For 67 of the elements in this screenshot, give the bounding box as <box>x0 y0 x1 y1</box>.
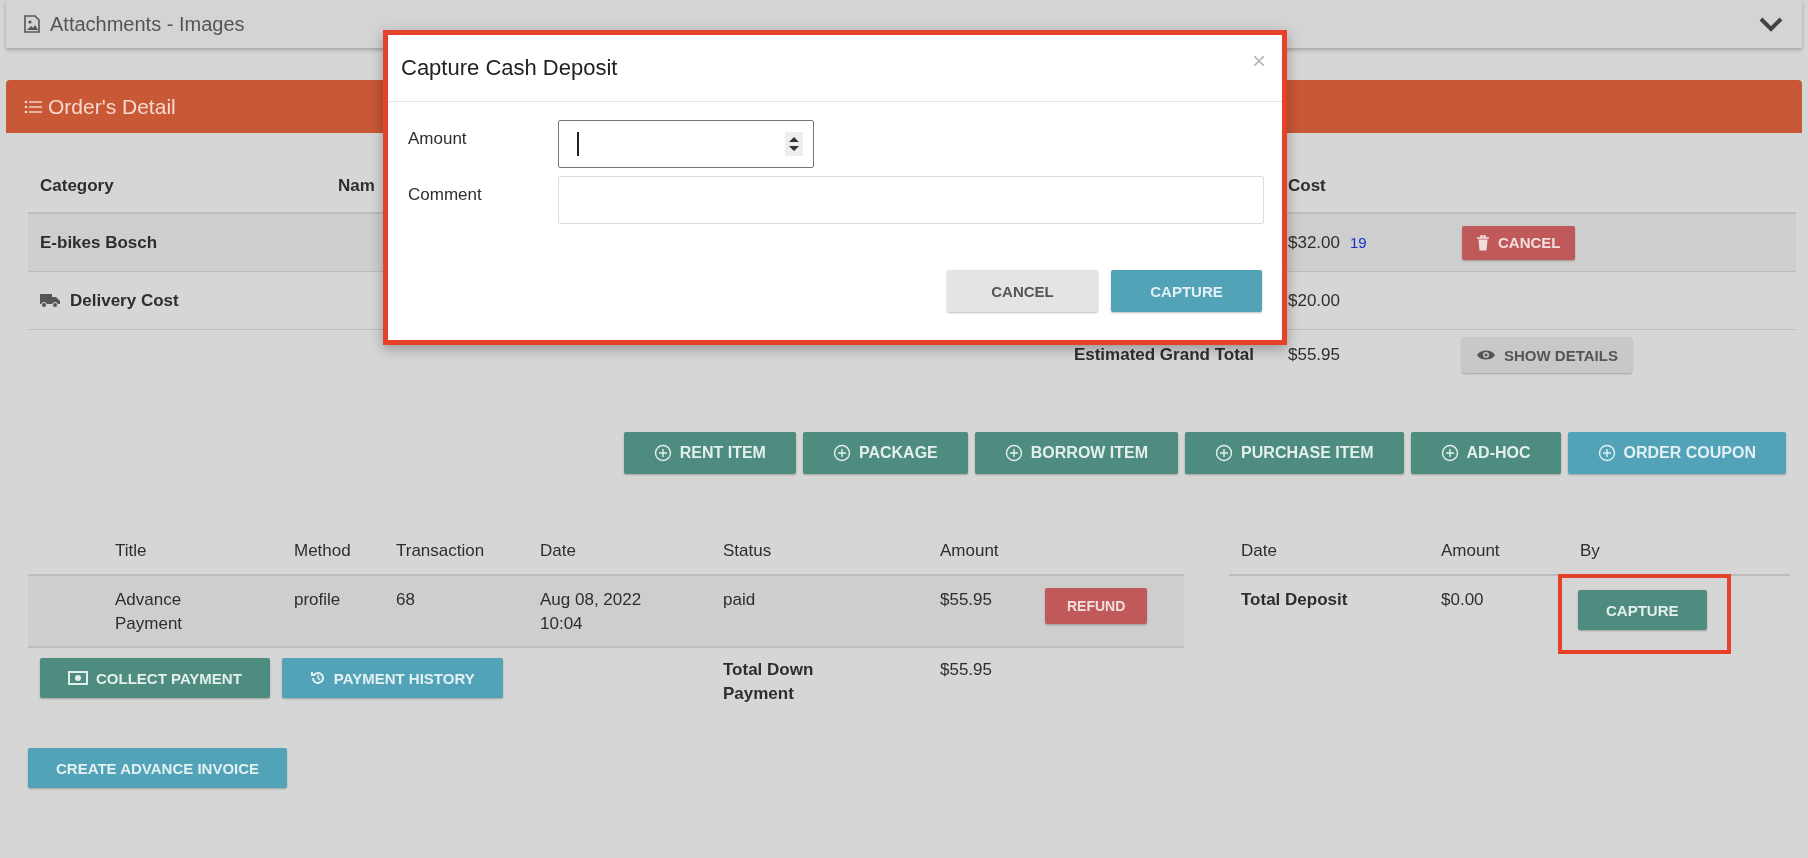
column-header: Date <box>1241 541 1277 560</box>
plus-circle-icon <box>1440 444 1459 462</box>
add-button[interactable]: RENT ITEM <box>623 432 796 474</box>
add-button[interactable]: AD-HOC <box>1410 432 1561 474</box>
total-label: Total Deposit <box>1241 590 1348 609</box>
trash-icon <box>1476 234 1490 251</box>
add-button[interactable]: ORDER COUPON <box>1567 432 1786 474</box>
table-cell: E-bikes Bosch <box>40 232 158 253</box>
table-cell-text: $55.95 <box>940 589 993 611</box>
table-cell: $20.00 <box>1288 290 1340 311</box>
image-icon <box>24 15 40 33</box>
dialog-title: Capture Cash Deposit <box>401 55 618 81</box>
plus-circle-icon <box>1004 444 1023 462</box>
add-button[interactable]: PURCHASE ITEM <box>1185 432 1404 474</box>
column-header: Date <box>540 541 576 560</box>
close-button[interactable]: × <box>1246 47 1272 89</box>
table-cell-text: paid <box>723 589 757 611</box>
banknote-icon <box>68 671 88 685</box>
column-header: Status <box>723 541 772 560</box>
table-cell-text: Advance Payment <box>115 589 184 635</box>
column-header: Method <box>294 541 351 560</box>
total-value: $55.95 <box>940 659 993 681</box>
capture-button[interactable]: CAPTURE <box>1111 270 1262 312</box>
column-header: Title <box>115 541 147 560</box>
column-header: By <box>1580 541 1600 560</box>
add-button[interactable]: PACKAGE <box>802 432 968 474</box>
panel-title: Attachments - Images <box>50 12 246 36</box>
grand-total-value: $55.95 <box>1288 345 1340 365</box>
number-field[interactable] <box>558 120 814 168</box>
history-icon <box>309 670 326 686</box>
column-header: Cost <box>1288 176 1326 196</box>
quantity-link[interactable]: 19 <box>1350 234 1367 251</box>
plus-circle-icon <box>1597 444 1616 462</box>
cancel-button[interactable]: CANCEL <box>1462 225 1575 260</box>
show-details-button[interactable]: SHOW DETAILS <box>1462 337 1632 373</box>
payment-button[interactable]: COLLECT PAYMENT <box>40 658 270 698</box>
chevron-down-icon <box>1758 16 1784 32</box>
create-invoice-button[interactable]: CREATE ADVANCE INVOICE <box>28 748 288 788</box>
column-header: Category <box>40 176 114 196</box>
plus-circle-icon <box>1215 444 1234 462</box>
grand-total-label: Estimated Grand Total <box>1073 345 1255 365</box>
truck-icon <box>40 293 60 308</box>
table-cell: $32.00 <box>1288 232 1340 253</box>
payment-button[interactable]: PAYMENT HISTORY <box>281 658 503 698</box>
add-button[interactable]: BORROW ITEM <box>974 432 1179 474</box>
table-cell-text: profile <box>294 589 342 611</box>
column-header: Transaction <box>396 541 485 560</box>
input-field[interactable] <box>558 176 1264 224</box>
panel-title: Order's Detail <box>48 94 176 119</box>
refund-button[interactable]: REFUND <box>1045 588 1148 624</box>
eye-icon <box>1476 348 1496 362</box>
capture-button[interactable]: CAPTURE <box>1578 590 1707 630</box>
total-label: Total Down Payment <box>723 659 815 705</box>
column-header: Nam <box>338 176 375 196</box>
column-header: Amount <box>940 541 999 560</box>
plus-circle-icon <box>653 444 672 462</box>
table-cell-text: Aug 08, 2022 10:04 <box>540 589 643 635</box>
spinner-icon <box>785 132 803 156</box>
cancel-button[interactable]: CANCEL <box>947 270 1098 312</box>
table-cell: Delivery Cost <box>70 290 179 311</box>
column-header: Amount <box>1441 541 1500 560</box>
list-icon <box>24 99 42 114</box>
field-label: Comment <box>408 184 483 205</box>
field-label: Amount <box>408 128 468 149</box>
total-value: $0.00 <box>1441 590 1484 609</box>
table-cell-text: 68 <box>396 589 416 611</box>
plus-circle-icon <box>832 444 851 462</box>
